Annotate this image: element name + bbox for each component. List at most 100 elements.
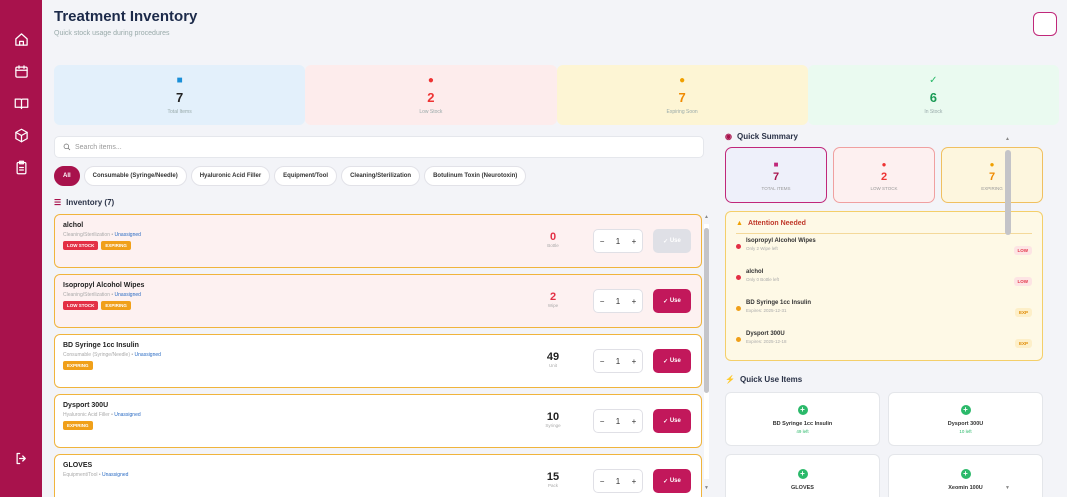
summary-label: LOW STOCK	[870, 185, 898, 191]
step-value[interactable]: 1	[616, 357, 620, 366]
filter-chip-cleaning[interactable]: Cleaning/Sterilization	[341, 166, 421, 186]
scroll-down-arrow[interactable]: ▼	[1005, 485, 1010, 491]
box-icon[interactable]	[10, 124, 32, 146]
minus-button[interactable]: −	[600, 477, 605, 486]
use-label: Use	[669, 238, 681, 244]
plus-button[interactable]: +	[632, 237, 637, 246]
quick-use-card[interactable]: + BD Syringe 1cc Insulin 49 left	[725, 392, 880, 446]
step-value[interactable]: 1	[616, 417, 620, 426]
check-icon: ✓	[663, 298, 670, 305]
logout-icon[interactable]	[10, 447, 32, 469]
quick-use-name: Xeomin 100U	[948, 485, 983, 491]
clipboard-icon[interactable]	[10, 156, 32, 178]
item-assignee[interactable]: Unassigned	[135, 352, 161, 358]
minus-button[interactable]: −	[600, 297, 605, 306]
filter-chip-consumable[interactable]: Consumable (Syringe/Needle)	[83, 166, 187, 186]
item-quantity: 2 Wipe	[540, 291, 566, 308]
scroll-down-arrow[interactable]: ▼	[704, 485, 709, 491]
summary-label: TOTAL ITEMS	[761, 185, 791, 191]
minus-button[interactable]: −	[600, 237, 605, 246]
filter-chip-all[interactable]: All	[54, 166, 80, 186]
attention-item-sub: Only 2 Wipe left	[746, 246, 778, 251]
item-assignee[interactable]: Unassigned	[114, 412, 140, 418]
use-button[interactable]: ✓ Use	[653, 229, 691, 253]
use-button[interactable]: ✓ Use	[653, 469, 691, 493]
quantity-value: 10	[546, 411, 560, 423]
filter-chip-botulinum[interactable]: Botulinum Toxin (Neurotoxin)	[424, 166, 527, 186]
attention-item-title: Isopropyl Alcohol Wipes	[746, 238, 816, 244]
attention-row[interactable]: BD Syringe 1cc Insulin Expires: 2025-12-3…	[736, 300, 1032, 327]
scroll-up-arrow[interactable]: ▲	[1005, 136, 1010, 142]
step-value[interactable]: 1	[616, 477, 620, 486]
summary-card-expiring: ● 7 EXPIRING	[941, 147, 1043, 203]
right-panel: ◉ Quick Summary ■ 7 TOTAL ITEMS ● 2 LOW STOCK…	[725, 132, 1043, 497]
scroll-up-arrow[interactable]: ▲	[704, 214, 709, 220]
plus-button[interactable]: +	[632, 357, 637, 366]
check-icon: ✓	[663, 238, 670, 245]
use-button[interactable]: ✓ Use	[653, 289, 691, 313]
clock-icon: ●	[679, 75, 686, 86]
right-panel-scrollbar[interactable]: ▲ ▼	[1004, 136, 1012, 491]
quick-use-grid: + BD Syringe 1cc Insulin 49 left + Dysport …	[725, 392, 1043, 497]
stat-value: 2	[427, 90, 435, 105]
use-button[interactable]: ✓ Use	[653, 349, 691, 373]
use-label: Use	[669, 298, 681, 304]
quick-use-left: 10 left	[959, 428, 972, 434]
attention-row[interactable]: alchol Only 0 Bottle left LOW	[736, 269, 1032, 296]
home-icon[interactable]	[10, 28, 32, 50]
stat-value: 7	[176, 90, 184, 105]
attention-row[interactable]: Dysport 300U Expires: 2025-12-18 EXP	[736, 331, 1032, 358]
header-action-button[interactable]	[1033, 12, 1057, 36]
attention-row[interactable]: Isopropyl Alcohol Wipes Only 2 Wipe left L…	[736, 238, 1032, 265]
quick-use-card[interactable]: + Dysport 300U 10 left	[888, 392, 1043, 446]
book-icon[interactable]	[10, 92, 32, 114]
attention-tag: LOW	[1013, 277, 1032, 286]
quantity-stepper: − 1 +	[593, 349, 643, 373]
filter-chip-equipment[interactable]: Equipment/Tool	[274, 166, 338, 186]
use-label: Use	[669, 478, 681, 484]
scroll-thumb[interactable]	[704, 228, 709, 393]
scroll-thumb[interactable]	[1005, 150, 1011, 235]
attention-item-title: alchol	[746, 269, 764, 275]
item-quantity: 0 Bottle	[540, 231, 566, 248]
status-dot	[736, 306, 741, 311]
step-value[interactable]: 1	[616, 237, 620, 246]
calendar-icon[interactable]	[10, 60, 32, 82]
inventory-heading-text: Inventory (7)	[66, 198, 115, 207]
item-category: Consumable (Syringe/Needle)	[63, 352, 130, 358]
plus-circle-icon: +	[797, 469, 808, 479]
quantity-unit: Bottle	[547, 243, 559, 248]
minus-button[interactable]: −	[600, 417, 605, 426]
use-button[interactable]: ✓ Use	[653, 409, 691, 433]
minus-button[interactable]: −	[600, 357, 605, 366]
plus-button[interactable]: +	[632, 417, 637, 426]
quick-use-card[interactable]: + Xeomin 100U	[888, 454, 1043, 497]
quantity-unit: Pack	[547, 483, 558, 488]
step-value[interactable]: 1	[616, 297, 620, 306]
item-name: GLOVES	[63, 462, 93, 469]
filter-chips: All Consumable (Syringe/Needle) Hyaluron…	[54, 166, 527, 186]
item-quantity: 15 Pack	[540, 471, 566, 488]
attention-title: Attention Needed	[747, 220, 806, 227]
stat-in-stock: ✓ 6 In Stock	[807, 65, 1059, 125]
item-assignee[interactable]: Unassigned	[115, 292, 141, 298]
search-input[interactable]: Search items...	[54, 136, 704, 158]
status-dot	[736, 244, 741, 249]
quick-use-card[interactable]: + GLOVES	[725, 454, 880, 497]
inventory-item: BD Syringe 1cc Insulin Consumable (Syrin…	[54, 334, 702, 388]
page-title: Treatment Inventory	[54, 8, 198, 25]
inventory-scrollbar[interactable]: ▲ ▼	[704, 214, 710, 491]
status-dot	[736, 337, 741, 342]
item-assignee[interactable]: Unassigned	[102, 472, 128, 478]
quick-use-name: GLOVES	[791, 485, 814, 491]
inventory-list: alchol Cleaning/Sterilization • Unassign…	[54, 214, 702, 497]
attention-heading: ▲ Attention Needed	[736, 220, 1032, 234]
plus-button[interactable]: +	[632, 477, 637, 486]
plus-button[interactable]: +	[632, 297, 637, 306]
attention-panel: ▲ Attention Needed Isopropyl Alcohol Wipe…	[725, 211, 1043, 361]
alert-icon: ●	[427, 75, 434, 86]
filter-chip-filler[interactable]: Hyaluronic Acid Filler	[190, 166, 271, 186]
quantity-stepper: − 1 +	[593, 289, 643, 313]
attention-item-sub: Expires: 2025-12-18	[746, 339, 787, 344]
item-assignee[interactable]: Unassigned	[115, 232, 141, 238]
